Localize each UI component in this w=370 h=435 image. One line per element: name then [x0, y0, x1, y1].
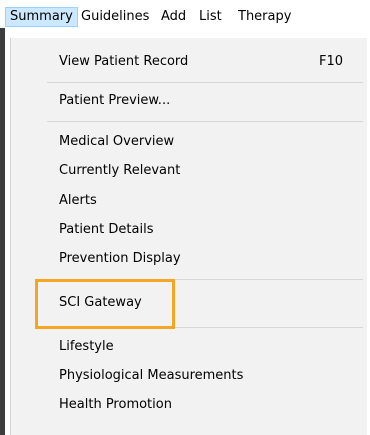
window-left-edge	[0, 0, 5, 435]
menu-item-lifestyle[interactable]: Lifestyle	[59, 337, 114, 357]
menu-item-currently-relevant[interactable]: Currently Relevant	[59, 161, 180, 181]
menu-item-patient-details[interactable]: Patient Details	[59, 220, 153, 240]
menu-bar: Summary Guidelines Add List Therapy	[0, 0, 370, 28]
menu-item-view-patient-record[interactable]: View Patient Record	[59, 52, 188, 72]
menu-list[interactable]: List	[195, 7, 226, 27]
sci-gateway-highlight-box	[35, 279, 175, 329]
menu-summary[interactable]: Summary	[5, 7, 78, 27]
menu-item-health-promotion[interactable]: Health Promotion	[59, 395, 172, 415]
shortcut-f10: F10	[319, 54, 344, 69]
menu-item-patient-preview[interactable]: Patient Preview...	[59, 91, 170, 111]
menu-item-physiological-measurements[interactable]: Physiological Measurements	[59, 366, 243, 386]
menu-guidelines[interactable]: Guidelines	[77, 7, 153, 27]
menu-item-medical-overview[interactable]: Medical Overview	[59, 132, 174, 152]
menu-therapy[interactable]: Therapy	[234, 7, 295, 27]
summary-dropdown-menu: View Patient Record F10 Patient Preview.…	[10, 38, 367, 435]
menu-separator	[47, 82, 363, 83]
menu-add[interactable]: Add	[157, 7, 190, 27]
menu-item-prevention-display[interactable]: Prevention Display	[59, 249, 181, 269]
menu-separator	[47, 121, 363, 122]
menu-item-alerts[interactable]: Alerts	[59, 191, 97, 211]
